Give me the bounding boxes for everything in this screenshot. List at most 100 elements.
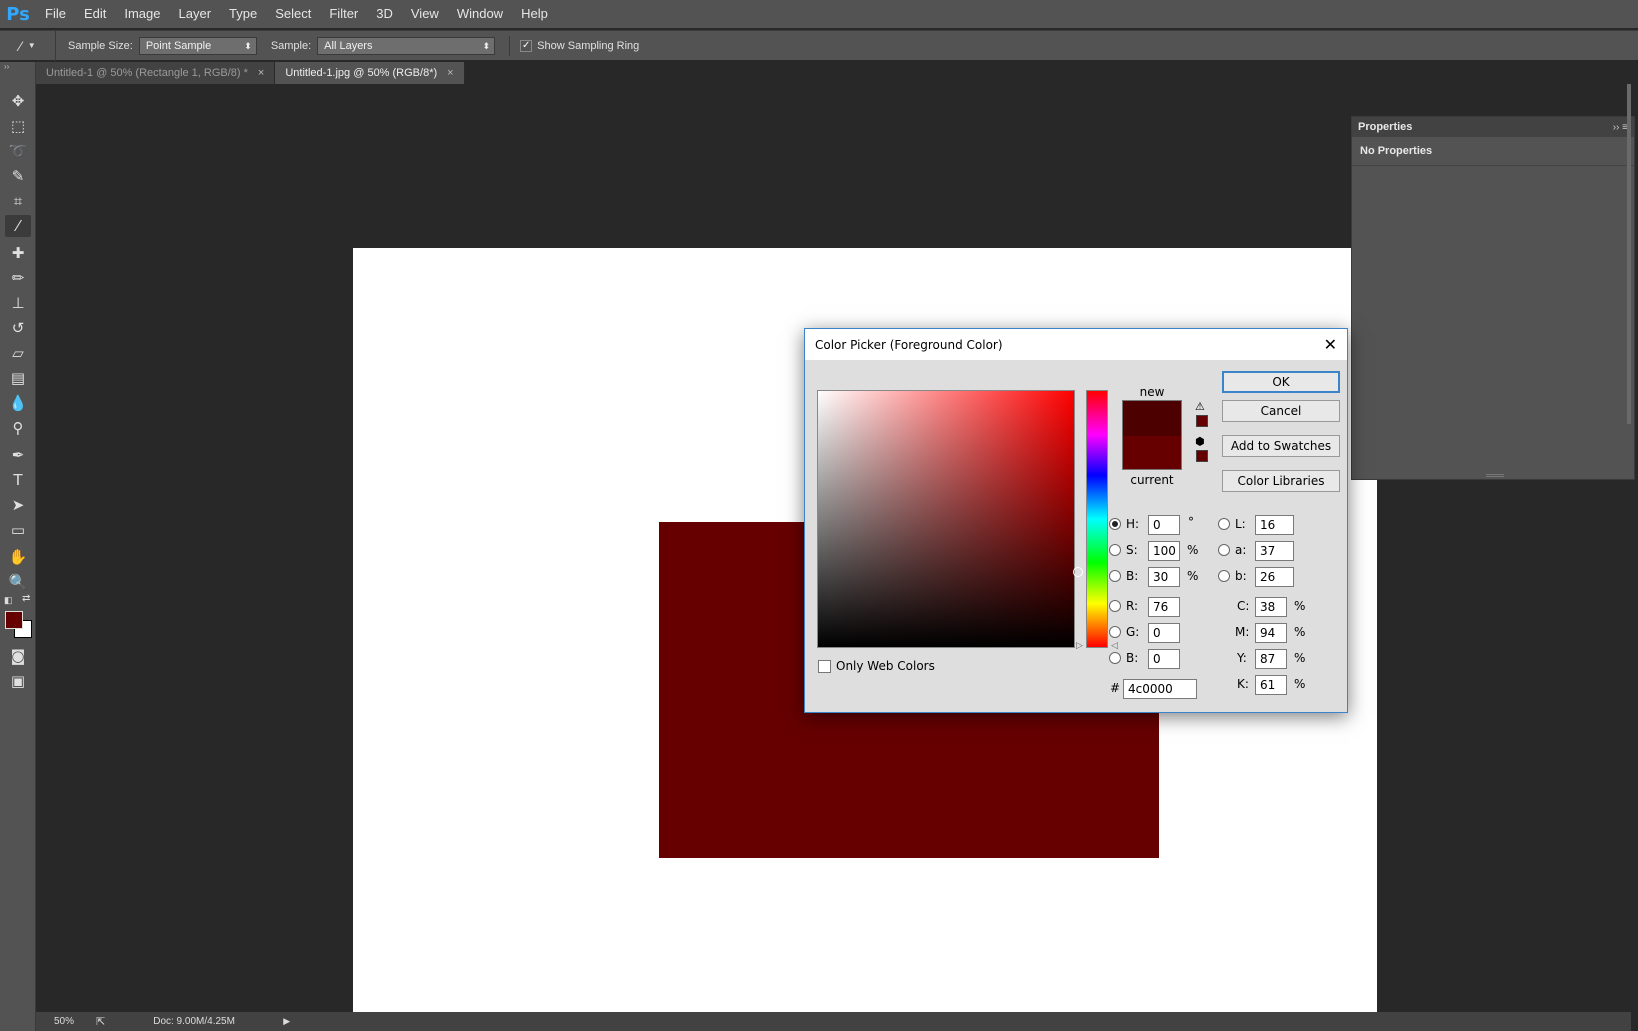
red-field[interactable]: 76 xyxy=(1148,597,1180,617)
path-select-tool-icon[interactable]: ➤ xyxy=(5,494,31,516)
menu-window[interactable]: Window xyxy=(448,0,512,28)
tab-untitled-1[interactable]: Untitled-1 @ 50% (Rectangle 1, RGB/8) * … xyxy=(36,62,276,84)
brightness-radio[interactable] xyxy=(1109,570,1121,582)
tab-title: Untitled-1.jpg @ 50% (RGB/8*) xyxy=(285,67,438,79)
default-colors-icon[interactable]: ◧ xyxy=(4,595,13,606)
menu-help[interactable]: Help xyxy=(512,0,557,28)
red-radio[interactable] xyxy=(1109,600,1121,612)
status-menu-arrow-icon[interactable]: ▶ xyxy=(283,1016,290,1027)
color-libraries-button[interactable]: Color Libraries xyxy=(1222,470,1340,492)
tab-untitled-1-jpg[interactable]: Untitled-1.jpg @ 50% (RGB/8*) × xyxy=(275,62,465,84)
hue-slider-right-handle[interactable]: ◁ xyxy=(1111,641,1118,651)
cyan-field[interactable]: 38 xyxy=(1255,597,1287,617)
stamp-tool-icon[interactable]: ⊥ xyxy=(5,292,31,314)
add-to-swatches-button[interactable]: Add to Swatches xyxy=(1222,435,1340,457)
brush-tool-icon[interactable]: ✏ xyxy=(5,267,31,289)
panel-resize-handle[interactable] xyxy=(1486,474,1504,477)
color-picker-ring[interactable] xyxy=(1073,567,1083,577)
move-tool-icon[interactable]: ✥ xyxy=(5,90,31,112)
show-sampling-ring-checkbox[interactable]: ✓ xyxy=(520,39,533,52)
hue-slider-left-handle[interactable]: ▷ xyxy=(1076,641,1083,651)
sample-size-label: Sample Size: xyxy=(68,39,133,52)
foreground-color-swatch[interactable] xyxy=(5,611,23,629)
crop-tool-icon[interactable]: ⌗ xyxy=(5,190,31,212)
brightness-field[interactable]: 30 xyxy=(1148,567,1180,587)
rectangle-tool-icon[interactable]: ▭ xyxy=(5,519,31,541)
hue-radio[interactable] xyxy=(1109,518,1121,530)
blue-field[interactable]: 0 xyxy=(1148,649,1180,669)
panel-scrollbar[interactable] xyxy=(1627,84,1631,424)
healing-tool-icon[interactable]: ✚ xyxy=(5,242,31,264)
dialog-title: Color Picker (Foreground Color) xyxy=(815,337,1003,352)
close-icon[interactable]: × xyxy=(258,62,264,84)
eraser-tool-icon[interactable]: ▱ xyxy=(5,342,31,364)
sample-size-select[interactable]: Point Sample ⬍ xyxy=(138,36,257,55)
blur-tool-icon[interactable]: 💧 xyxy=(5,392,31,414)
panel-collapse-icon[interactable]: ›› xyxy=(4,62,9,71)
magenta-field[interactable]: 94 xyxy=(1255,623,1287,643)
swap-colors-icon[interactable]: ⇄ xyxy=(22,593,30,604)
cancel-button[interactable]: Cancel xyxy=(1222,400,1340,422)
hand-tool-icon[interactable]: ✋ xyxy=(5,546,31,568)
saturation-brightness-field[interactable] xyxy=(817,390,1083,648)
only-web-colors-checkbox[interactable] xyxy=(818,660,831,673)
lasso-tool-icon[interactable]: ➰ xyxy=(5,140,31,162)
lab-b-field[interactable]: 26 xyxy=(1255,567,1294,587)
lab-l-radio[interactable] xyxy=(1218,518,1230,530)
ok-button[interactable]: OK xyxy=(1222,371,1340,393)
menu-edit[interactable]: Edit xyxy=(75,0,115,28)
screen-mode-icon[interactable]: ▣ xyxy=(5,670,31,692)
hue-field[interactable]: 0 xyxy=(1148,515,1180,535)
out-of-gamut-warning-icon: ⚠ xyxy=(1195,400,1205,413)
lab-a-radio[interactable] xyxy=(1218,544,1230,556)
close-icon[interactable]: × xyxy=(447,62,453,84)
zoom-level[interactable]: 50% xyxy=(54,1016,84,1027)
lab-b-radio[interactable] xyxy=(1218,570,1230,582)
gradient-tool-icon[interactable]: ▤ xyxy=(5,367,31,389)
panel-menu-icon[interactable]: ›› ≡ xyxy=(1613,122,1628,133)
type-tool-icon[interactable]: T xyxy=(5,469,31,491)
properties-empty-text: No Properties xyxy=(1352,137,1634,166)
green-field[interactable]: 0 xyxy=(1148,623,1180,643)
menu-layer[interactable]: Layer xyxy=(170,0,221,28)
history-brush-tool-icon[interactable]: ↺ xyxy=(5,317,31,339)
dialog-body: ▷ ◁ new current ⚠ ⬢ OK Cancel Add to Swa… xyxy=(805,360,1347,712)
marquee-tool-icon[interactable]: ⬚ xyxy=(5,115,31,137)
green-radio[interactable] xyxy=(1109,626,1121,638)
tool-preset-picker[interactable]: ⁄ ▼ xyxy=(0,30,56,61)
close-icon[interactable]: ✕ xyxy=(1324,335,1337,354)
menu-select[interactable]: Select xyxy=(266,0,320,28)
sample-size-value: Point Sample xyxy=(145,39,212,52)
menu-image[interactable]: Image xyxy=(115,0,169,28)
hex-label: # xyxy=(1110,681,1121,695)
gamut-correction-swatch[interactable] xyxy=(1196,415,1208,427)
menu-3d[interactable]: 3D xyxy=(367,0,402,28)
green-label: G: xyxy=(1126,625,1140,639)
current-color-swatch[interactable] xyxy=(1122,436,1182,470)
menu-type[interactable]: Type xyxy=(220,0,266,28)
export-icon[interactable]: ⇱ xyxy=(96,1015,105,1028)
sample-select[interactable]: All Layers ⬍ xyxy=(317,36,496,55)
saturation-radio[interactable] xyxy=(1109,544,1121,556)
menu-file[interactable]: File xyxy=(36,0,75,28)
dodge-tool-icon[interactable]: ⚲ xyxy=(5,417,31,439)
eyedropper-tool-icon[interactable]: ⁄ xyxy=(5,215,31,237)
yellow-field[interactable]: 87 xyxy=(1255,649,1287,669)
menu-filter[interactable]: Filter xyxy=(320,0,367,28)
lab-a-field[interactable]: 37 xyxy=(1255,541,1294,561)
web-safe-correction-swatch[interactable] xyxy=(1196,450,1208,462)
hex-field[interactable]: 4c0000 xyxy=(1123,679,1197,699)
quick-mask-icon[interactable]: ◙ xyxy=(5,645,31,667)
zoom-tool-icon[interactable]: 🔍 xyxy=(5,571,31,593)
blue-radio[interactable] xyxy=(1109,652,1121,664)
properties-tab[interactable]: Properties xyxy=(1358,121,1412,133)
hue-slider[interactable] xyxy=(1086,390,1108,648)
menu-view[interactable]: View xyxy=(402,0,448,28)
hue-label: H: xyxy=(1126,517,1140,531)
quick-select-tool-icon[interactable]: ✎ xyxy=(5,165,31,187)
black-field[interactable]: 61 xyxy=(1255,675,1287,695)
sample-label: Sample: xyxy=(270,39,312,52)
pen-tool-icon[interactable]: ✒ xyxy=(5,444,31,466)
saturation-field[interactable]: 100 xyxy=(1148,541,1180,561)
lab-l-field[interactable]: 16 xyxy=(1255,515,1294,535)
